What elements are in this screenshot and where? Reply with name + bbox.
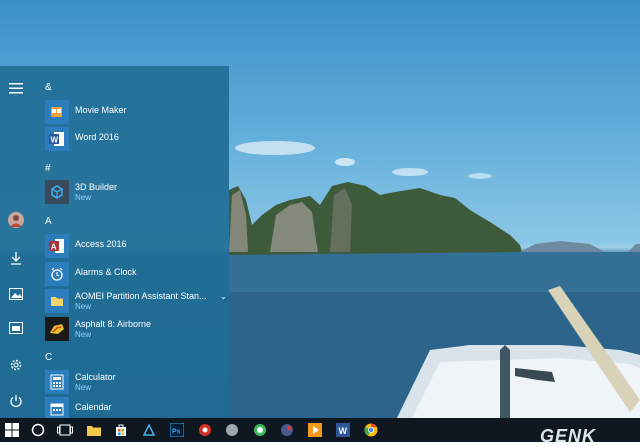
settings-gear-icon[interactable] xyxy=(8,357,24,373)
svg-text:W: W xyxy=(51,136,59,145)
chat-icon[interactable] xyxy=(252,422,268,438)
app-calculator[interactable]: Calculator New xyxy=(45,370,225,396)
windows-start-icon[interactable] xyxy=(4,422,20,438)
power-icon[interactable] xyxy=(8,393,24,409)
new-badge: New xyxy=(75,383,92,392)
calculator-icon xyxy=(45,370,69,394)
access-icon: A xyxy=(45,234,69,258)
app-access-2016[interactable]: A Access 2016 xyxy=(45,234,225,260)
app-aomei-partition-assistant[interactable]: AOMEI Partition Assistant Stan... New ⌄ xyxy=(45,289,227,315)
chrome-icon[interactable] xyxy=(363,422,379,438)
section-letter[interactable]: # xyxy=(45,163,51,174)
store-icon[interactable] xyxy=(113,422,129,438)
pictures-icon[interactable] xyxy=(8,286,24,302)
asphalt-icon xyxy=(45,317,69,341)
app-movie-maker[interactable]: Movie Maker xyxy=(45,100,225,126)
app-name: Movie Maker xyxy=(75,105,127,115)
chevron-down-icon[interactable]: ⌄ xyxy=(220,292,227,301)
new-badge: New xyxy=(75,302,92,311)
app-icon[interactable] xyxy=(279,422,295,438)
app-word-2016[interactable]: W Word 2016 xyxy=(45,127,225,153)
app-name: Alarms & Clock xyxy=(75,267,137,277)
app-name: Calendar xyxy=(75,402,112,412)
cortana-icon[interactable] xyxy=(30,422,46,438)
downloads-icon[interactable] xyxy=(8,250,24,266)
app-name: Asphalt 8: Airborne xyxy=(75,319,152,329)
new-badge: New xyxy=(75,330,92,339)
movie-maker-icon xyxy=(45,100,69,124)
folder-icon xyxy=(45,289,69,313)
app-name: 3D Builder xyxy=(75,182,118,192)
app-name: Calculator xyxy=(75,372,116,382)
word-icon: W xyxy=(45,127,69,151)
app-icon[interactable] xyxy=(141,422,157,438)
watermark-logo: GENK xyxy=(540,426,597,446)
new-badge: New xyxy=(75,193,92,202)
app-asphalt-8[interactable]: Asphalt 8: Airborne New xyxy=(45,317,225,343)
app-alarms-clock[interactable]: Alarms & Clock xyxy=(45,262,225,288)
app-list: & Movie Maker W Word 2016 # 3D Builder N… xyxy=(32,66,229,421)
app-icon[interactable] xyxy=(224,422,240,438)
user-avatar-icon[interactable] xyxy=(8,212,24,228)
app-3d-builder[interactable]: 3D Builder New xyxy=(45,180,225,206)
hamburger-menu-icon[interactable] xyxy=(8,80,24,96)
photoshop-icon[interactable]: Ps xyxy=(169,422,185,438)
media-player-icon[interactable] xyxy=(307,422,323,438)
app-name: Access 2016 xyxy=(75,239,127,249)
section-letter[interactable]: A xyxy=(45,216,52,227)
svg-text:W: W xyxy=(339,426,348,436)
task-view-icon[interactable] xyxy=(57,422,73,438)
section-letter[interactable]: C xyxy=(45,352,52,363)
file-explorer-icon[interactable] xyxy=(86,422,102,438)
svg-text:A: A xyxy=(51,243,57,252)
3d-builder-icon xyxy=(45,180,69,204)
section-letter[interactable]: & xyxy=(45,82,52,93)
start-menu: & Movie Maker W Word 2016 # 3D Builder N… xyxy=(0,66,229,421)
word-icon[interactable]: W xyxy=(335,422,351,438)
file-explorer-icon[interactable] xyxy=(8,320,24,336)
chrome-like-icon[interactable] xyxy=(197,422,213,438)
app-name: Word 2016 xyxy=(75,132,119,142)
start-menu-rail xyxy=(0,66,32,418)
svg-text:Ps: Ps xyxy=(172,429,181,436)
alarm-clock-icon xyxy=(45,262,69,286)
app-name: AOMEI Partition Assistant Stan... xyxy=(75,291,207,301)
